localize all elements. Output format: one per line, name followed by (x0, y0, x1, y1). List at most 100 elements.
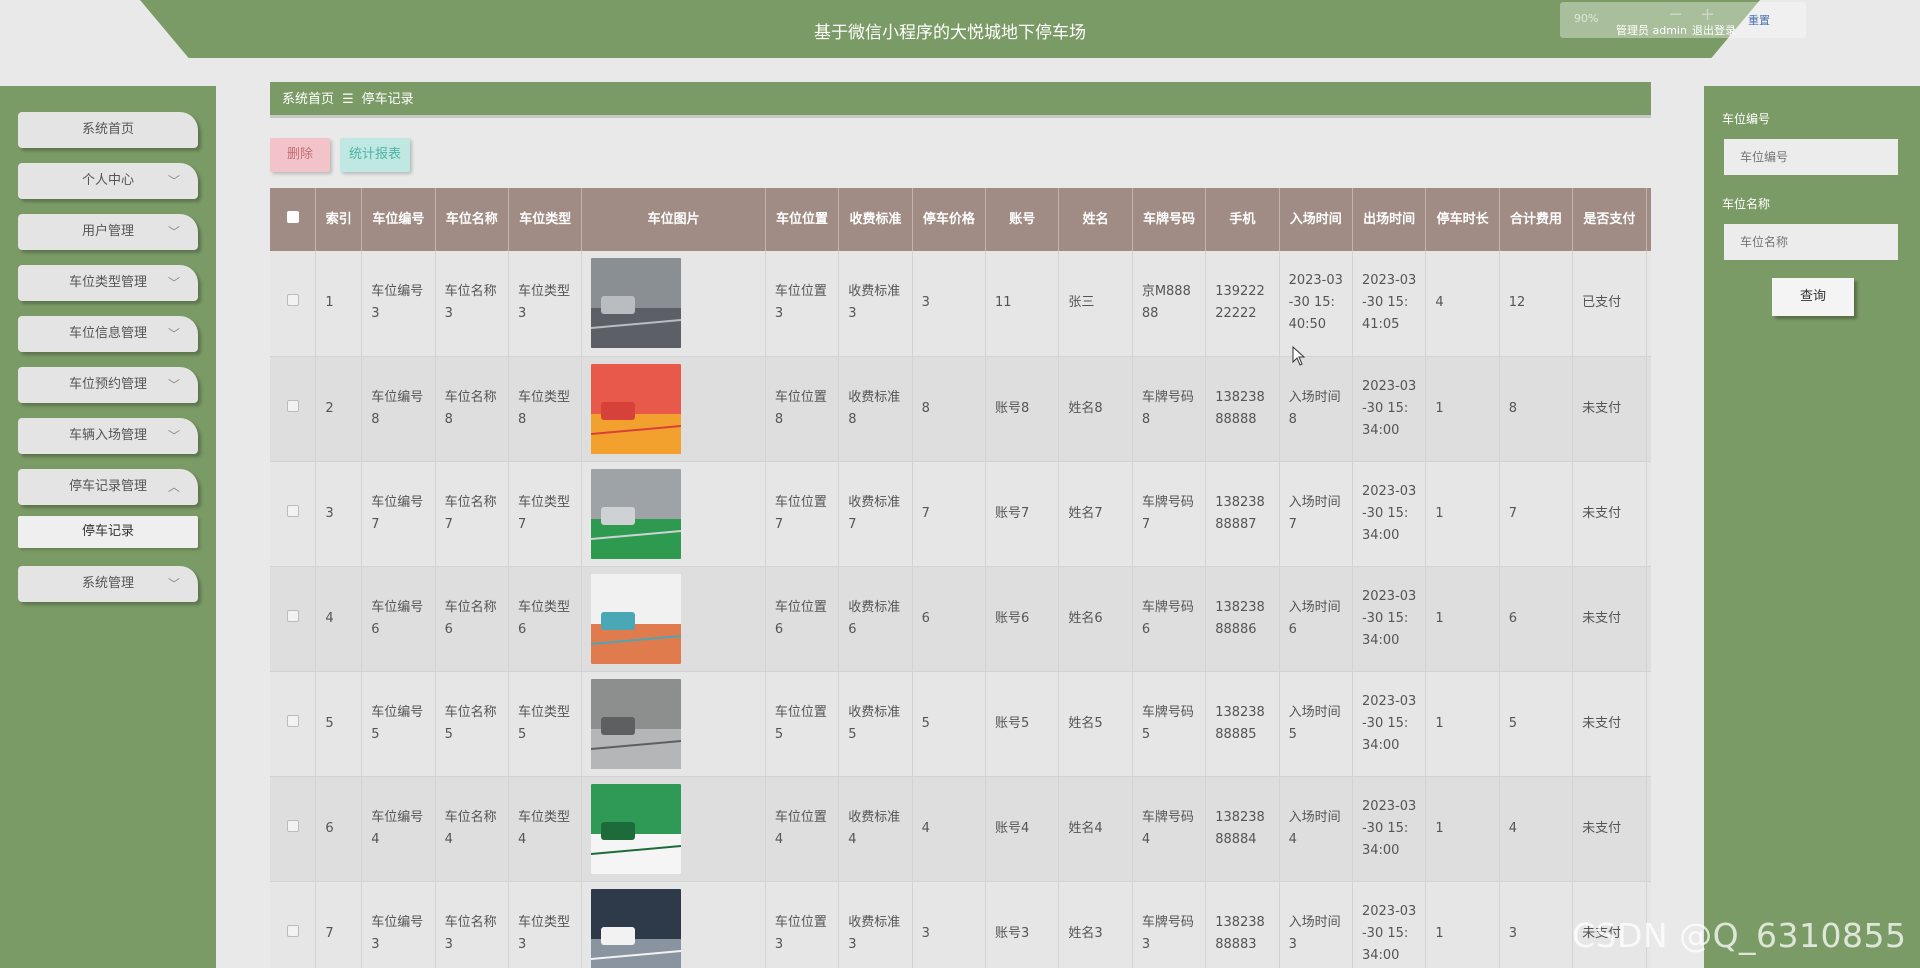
cell-loc: 车位位置8 (765, 356, 840, 462)
row-checkbox[interactable] (286, 294, 299, 307)
parking-space-image[interactable] (591, 678, 682, 769)
column-header[interactable]: 车牌号码 (1132, 188, 1207, 251)
logout-link[interactable]: 退出登录 (1692, 22, 1736, 38)
cell-type: 车位类型3 (508, 881, 583, 968)
breadcrumb-home[interactable]: 系统首页 (282, 92, 334, 107)
sidebar-item-space-info-management[interactable]: 车位信息管理 ﹀ (18, 316, 198, 352)
cell-price: 3 (912, 251, 987, 357)
table-row[interactable]: 3 车位编号7 车位名称7 车位类型7 车位位置7 收费标准7 7 账号7 姓名7 车牌号码7 13… (270, 461, 1651, 567)
space-code-input[interactable] (1724, 139, 1898, 175)
cell-name: 车位名称3 (435, 881, 510, 968)
column-header[interactable]: 车位编号 (361, 188, 436, 251)
sidebar-item-parking-record-management[interactable]: 停车记录管理 ︿ (18, 469, 198, 505)
cell-plate: 车牌号码4 (1132, 776, 1207, 882)
cell-code: 车位编号3 (361, 251, 436, 357)
column-header[interactable]: 是否支付 (1572, 188, 1647, 251)
parking-record-table: 索引 车位编号 车位名称 车位类型 车位图片 车位位置 收费标准 停车价格 账号… (270, 188, 1651, 968)
row-checkbox[interactable] (286, 399, 299, 412)
cell-fee: 收费标准4 (838, 776, 913, 882)
cell-idx: 6 (315, 776, 363, 882)
column-header[interactable]: 手机 (1205, 188, 1280, 251)
sidebar-item-home[interactable]: 系统首页 (18, 112, 198, 148)
column-header[interactable]: 索引 (315, 188, 363, 251)
column-header[interactable]: 账号 (985, 188, 1060, 251)
cell-dur: 4 (1425, 251, 1500, 357)
reset-link[interactable]: 重置 (1748, 12, 1770, 28)
chevron-down-icon: ﹀ (167, 276, 180, 290)
space-name-label: 车位名称 (1722, 197, 1771, 211)
operation-cell: 详 (1646, 461, 1651, 567)
column-header[interactable]: 车位名称 (435, 188, 510, 251)
parking-space-image[interactable] (591, 783, 682, 874)
cell-loc: 车位位置7 (765, 461, 840, 567)
sidebar-item-vehicle-entry-management[interactable]: 车辆入场管理 ﹀ (18, 418, 198, 454)
row-checkbox[interactable] (286, 609, 299, 622)
cell-paid: 未支付 (1572, 461, 1647, 567)
column-header[interactable]: 入场时间 (1279, 188, 1353, 251)
column-header[interactable]: 停车时长 (1425, 188, 1500, 251)
cell-price: 3 (912, 881, 987, 968)
column-header[interactable]: 车位类型 (508, 188, 583, 251)
table-row[interactable]: 1 车位编号3 车位名称3 车位类型3 车位位置3 收费标准3 3 11 张三 京M88888 13… (270, 251, 1651, 357)
column-header[interactable]: 出场时间 (1352, 188, 1427, 251)
parking-space-image[interactable] (591, 888, 682, 968)
cell-name: 车位名称8 (435, 356, 510, 462)
sidebar-item-user-management[interactable]: 用户管理 ﹀ (18, 214, 198, 250)
cell-out: 2023-03-30 15:34:00 (1352, 776, 1427, 882)
cell-plate: 车牌号码7 (1132, 461, 1207, 567)
table-row[interactable]: 5 车位编号5 车位名称5 车位类型5 车位位置5 收费标准5 5 账号5 姓名5 车牌号码5 13… (270, 671, 1651, 777)
sidebar-item-label: 系统首页 (81, 122, 134, 137)
row-checkbox[interactable] (286, 714, 299, 727)
table-row[interactable]: 6 车位编号4 车位名称4 车位类型4 车位位置4 收费标准4 4 账号4 姓名4 车牌号码4 13… (270, 776, 1651, 882)
parking-space-image[interactable] (591, 363, 682, 454)
table-header-row: 索引 车位编号 车位名称 车位类型 车位图片 车位位置 收费标准 停车价格 账号… (270, 188, 1651, 251)
cell-phone: 13823888887 (1205, 461, 1280, 567)
delete-button[interactable]: 删除 (270, 138, 330, 172)
table-row[interactable]: 4 车位编号6 车位名称6 车位类型6 车位位置6 收费标准6 6 账号6 姓名6 车牌号码6 13… (270, 566, 1651, 672)
cell-idx: 3 (315, 461, 363, 567)
parking-space-image[interactable] (591, 468, 682, 559)
cell-plate: 车牌号码3 (1132, 881, 1207, 968)
sidebar-item-label: 个人中心 (81, 173, 134, 188)
row-checkbox[interactable] (286, 504, 299, 517)
sidebar-subitem-parking-record[interactable]: 停车记录 (18, 516, 198, 548)
cell-in: 2023-03-30 15:40:50 (1279, 251, 1353, 357)
cell-fee: 收费标准3 (838, 881, 913, 968)
column-header[interactable]: 收费标准 (838, 188, 913, 251)
cell-phone: 13823888885 (1205, 671, 1280, 777)
parking-space-image-cell (581, 356, 766, 462)
cell-total: 6 (1499, 566, 1574, 672)
cell-acct: 11 (985, 251, 1060, 357)
select-all-checkbox[interactable] (286, 211, 299, 223)
space-name-input[interactable] (1724, 224, 1898, 260)
column-header[interactable]: 姓名 (1058, 188, 1133, 251)
zoom-level: 90% (1574, 12, 1599, 25)
cell-phone: 13823888883 (1205, 881, 1280, 968)
parking-space-image-cell (581, 881, 766, 968)
cell-idx: 2 (315, 356, 363, 462)
row-checkbox-cell (270, 671, 317, 777)
row-checkbox[interactable] (286, 819, 299, 832)
statistics-report-button[interactable]: 统计报表 (340, 138, 410, 172)
column-header[interactable]: 车位图片 (581, 188, 766, 251)
sidebar-item-space-type-management[interactable]: 车位类型管理 ﹀ (18, 265, 198, 301)
parking-space-image[interactable] (591, 258, 682, 349)
table-row[interactable]: 7 车位编号3 车位名称3 车位类型3 车位位置3 收费标准3 3 账号3 姓名3 车牌号码3 13… (270, 881, 1651, 968)
sidebar-item-system-management[interactable]: 系统管理 ﹀ (18, 566, 198, 602)
table-row[interactable]: 2 车位编号8 车位名称8 车位类型8 车位位置8 收费标准8 8 账号8 姓名8 车牌号码8 13… (270, 356, 1651, 462)
search-button[interactable]: 查询 (1772, 278, 1854, 316)
parking-space-image[interactable] (591, 573, 682, 664)
row-checkbox-cell (270, 566, 317, 672)
operation-cell: 详 (1646, 776, 1651, 882)
row-checkbox[interactable] (286, 924, 299, 937)
sidebar-item-reservation-management[interactable]: 车位预约管理 ﹀ (18, 367, 198, 403)
column-header[interactable]: 合计费用 (1499, 188, 1574, 251)
cell-in: 入场时间8 (1279, 356, 1353, 462)
cell-type: 车位类型6 (508, 566, 583, 672)
cell-in: 入场时间7 (1279, 461, 1353, 567)
column-header[interactable]: 车位位置 (765, 188, 840, 251)
cell-paid: 已支付 (1572, 251, 1647, 357)
sidebar-item-personal-center[interactable]: 个人中心 ﹀ (18, 163, 198, 199)
column-header[interactable]: 停车价格 (912, 188, 987, 251)
row-checkbox-cell (270, 881, 317, 968)
